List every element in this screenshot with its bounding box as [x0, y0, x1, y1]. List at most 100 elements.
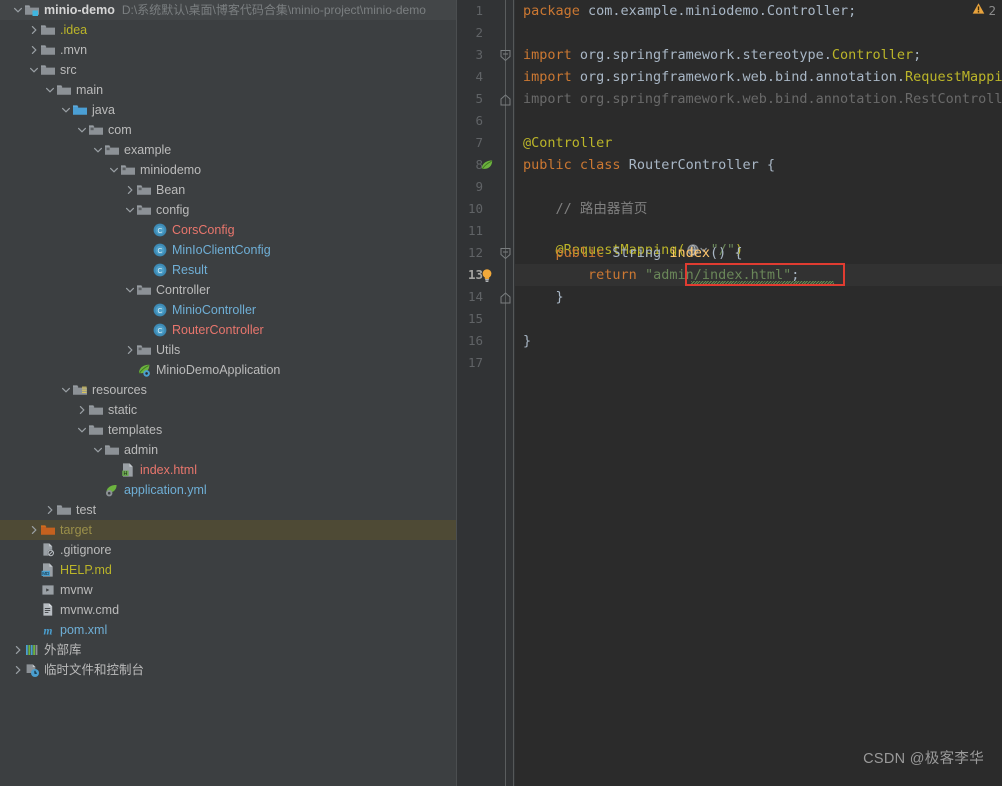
tree-row-minio-demo[interactable]: minio-demo D:\系统默认\桌面\博客代码合集\minio-projec…: [0, 0, 456, 20]
chevron-down-icon[interactable]: [124, 200, 136, 220]
tree-row-com[interactable]: com: [0, 120, 456, 140]
code-line-3[interactable]: import org.springframework.stereotype.Co…: [523, 44, 921, 66]
code-token: String: [612, 245, 670, 261]
tree-row-static[interactable]: static: [0, 400, 456, 420]
tree-row-bean[interactable]: Bean: [0, 180, 456, 200]
code-editor[interactable]: 2 CSDN @极客李华 package com.example.miniode…: [515, 0, 1002, 786]
chevron-down-icon[interactable]: [76, 120, 88, 140]
code-token: @Controller: [523, 135, 613, 151]
tree-row-corsconfig[interactable]: C CorsConfig: [0, 220, 456, 240]
tree-row-main[interactable]: main: [0, 80, 456, 100]
tree-row-miniocontroller[interactable]: C MinioController: [0, 300, 456, 320]
gitignore-file-icon: [40, 542, 56, 558]
tree-row-help.md[interactable]: MD HELP.md: [0, 560, 456, 580]
folder-icon: [40, 22, 56, 38]
inspection-warning-badge[interactable]: 2: [972, 2, 996, 18]
tree-row-src[interactable]: src: [0, 60, 456, 80]
tree-row-pom.xml[interactable]: m pom.xml: [0, 620, 456, 640]
tree-row-test[interactable]: test: [0, 500, 456, 520]
tree-row-mvnw.cmd[interactable]: mvnw.cmd: [0, 600, 456, 620]
code-line-11[interactable]: @RequestMapping( "/"): [523, 220, 744, 258]
chevron-down-icon[interactable]: [92, 440, 104, 460]
code-line-16[interactable]: }: [523, 330, 531, 352]
tree-row-java[interactable]: java: [0, 100, 456, 120]
package-folder-icon: [136, 342, 152, 358]
tree-row-utils[interactable]: Utils: [0, 340, 456, 360]
tree-row-mvnw[interactable]: mvnw: [0, 580, 456, 600]
tree-row-templates[interactable]: templates: [0, 420, 456, 440]
code-line-8[interactable]: public class RouterController {: [523, 154, 775, 176]
cmd-file-icon: [40, 602, 56, 618]
code-line-5[interactable]: import org.springframework.web.bind.anno…: [523, 88, 1002, 110]
code-line-7[interactable]: @Controller: [523, 132, 612, 154]
tree-row-result[interactable]: C Result: [0, 260, 456, 280]
chevron-down-icon[interactable]: [28, 60, 40, 80]
chevron-down-icon[interactable]: [60, 100, 72, 120]
code-line-4[interactable]: import org.springframework.web.bind.anno…: [523, 66, 1002, 88]
java-class-icon: C: [152, 322, 168, 338]
intention-bulb-icon[interactable]: [479, 267, 497, 289]
code-token: import: [523, 69, 580, 85]
tree-row-controller[interactable]: Controller: [0, 280, 456, 300]
chevron-right-icon[interactable]: [28, 20, 40, 40]
chevron-right-icon[interactable]: [76, 400, 88, 420]
line-number: 9: [475, 179, 483, 194]
tree-item-label: admin: [124, 443, 159, 457]
tree-row-临时文件和控制台[interactable]: 临时文件和控制台: [0, 660, 456, 680]
package-folder-icon: [136, 282, 152, 298]
tree-row-.mvn[interactable]: .mvn: [0, 40, 456, 60]
chevron-down-icon[interactable]: [124, 280, 136, 300]
tree-item-label: MinIoClientConfig: [172, 243, 271, 257]
chevron-right-icon[interactable]: [12, 640, 24, 660]
chevron-down-icon[interactable]: [108, 160, 120, 180]
code-line-12[interactable]: public String index() {: [523, 242, 743, 264]
spring-bean-icon[interactable]: [479, 157, 497, 179]
java-class-icon: C: [152, 262, 168, 278]
tree-row-routercontroller[interactable]: C RouterController: [0, 320, 456, 340]
tree-row-miniodemoapplication[interactable]: MinioDemoApplication: [0, 360, 456, 380]
svg-text:C: C: [157, 228, 162, 235]
tree-row-config[interactable]: config: [0, 200, 456, 220]
project-tree-panel[interactable]: minio-demo D:\系统默认\桌面\博客代码合集\minio-projec…: [0, 0, 456, 786]
chevron-right-icon[interactable]: [28, 520, 40, 540]
tree-row-.gitignore[interactable]: .gitignore: [0, 540, 456, 560]
tree-row-target[interactable]: target: [0, 520, 456, 540]
fold-collapse-icon[interactable]: [500, 49, 511, 71]
tree-row-index.html[interactable]: Hindex.html: [0, 460, 456, 480]
chevron-down-icon[interactable]: [92, 140, 104, 160]
line-number: 12: [467, 245, 483, 260]
fold-end-icon[interactable]: [500, 93, 511, 115]
tree-item-label: Controller: [156, 283, 211, 297]
chevron-right-icon[interactable]: [28, 40, 40, 60]
chevron-down-icon[interactable]: [76, 420, 88, 440]
line-number: 15: [467, 311, 483, 326]
chevron-down-icon[interactable]: [12, 0, 24, 20]
chevron-right-icon[interactable]: [124, 180, 136, 200]
package-folder-icon: [120, 162, 136, 178]
tree-row-miniodemo[interactable]: miniodemo: [0, 160, 456, 180]
tree-row-minioclientconfig[interactable]: C MinIoClientConfig: [0, 240, 456, 260]
chevron-down-icon[interactable]: [44, 80, 56, 100]
chevron-down-icon[interactable]: [60, 380, 72, 400]
tree-row-外部库[interactable]: 外部库: [0, 640, 456, 660]
fold-end-icon[interactable]: [500, 291, 511, 313]
chevron-right-icon[interactable]: [44, 500, 56, 520]
code-line-14[interactable]: }: [523, 286, 564, 308]
chevron-right-icon[interactable]: [12, 660, 24, 680]
tree-arrow-spacer: [140, 300, 152, 320]
chevron-right-icon[interactable]: [124, 340, 136, 360]
folder-icon: [40, 62, 56, 78]
code-line-1[interactable]: package com.example.miniodemo.Controller…: [523, 0, 856, 22]
tree-row-.idea[interactable]: .idea: [0, 20, 456, 40]
code-token: RequestMapping: [905, 69, 1002, 85]
fold-collapse-icon[interactable]: [500, 247, 511, 269]
code-line-10[interactable]: // 路由器首页: [523, 198, 648, 220]
tree-arrow-spacer: [92, 480, 104, 500]
tree-row-resources[interactable]: resources: [0, 380, 456, 400]
tree-row-example[interactable]: example: [0, 140, 456, 160]
editor-gutter[interactable]: 1 2 3 4 5 6 7 8 9 10 11 12 13 14 15 16 17: [456, 0, 515, 786]
tree-item-label: templates: [108, 423, 163, 437]
tree-row-admin[interactable]: admin: [0, 440, 456, 460]
tree-row-application.yml[interactable]: application.yml: [0, 480, 456, 500]
